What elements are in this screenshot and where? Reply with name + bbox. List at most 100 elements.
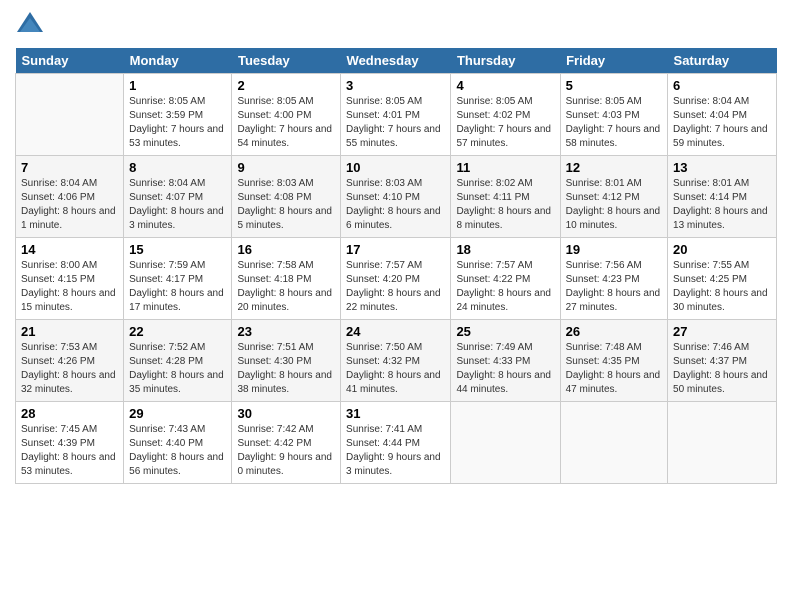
day-info: Sunrise: 7:52 AMSunset: 4:28 PMDaylight:… xyxy=(129,341,226,397)
day-number: 11 xyxy=(456,160,554,175)
day-cell: 3 Sunrise: 8:05 AMSunset: 4:01 PMDaylight… xyxy=(341,74,451,156)
day-info: Sunrise: 8:05 AMSunset: 4:02 PMDaylight:… xyxy=(456,95,554,151)
day-cell: 27 Sunrise: 7:46 AMSunset: 4:37 PMDayligh… xyxy=(668,320,777,402)
day-number: 30 xyxy=(237,406,335,421)
day-info: Sunrise: 8:02 AMSunset: 4:11 PMDaylight:… xyxy=(456,177,554,233)
day-number: 19 xyxy=(566,242,662,257)
day-cell: 11 Sunrise: 8:02 AMSunset: 4:11 PMDayligh… xyxy=(451,156,560,238)
day-cell: 6 Sunrise: 8:04 AMSunset: 4:04 PMDaylight… xyxy=(668,74,777,156)
calendar-header: SundayMondayTuesdayWednesdayThursdayFrid… xyxy=(16,48,777,74)
day-cell: 23 Sunrise: 7:51 AMSunset: 4:30 PMDayligh… xyxy=(232,320,341,402)
calendar-body: 1 Sunrise: 8:05 AMSunset: 3:59 PMDaylight… xyxy=(16,74,777,484)
header-cell-tuesday: Tuesday xyxy=(232,48,341,74)
logo xyxy=(15,10,49,40)
header-cell-friday: Friday xyxy=(560,48,667,74)
day-number: 2 xyxy=(237,78,335,93)
day-cell: 4Sunrise: 8:05 AMSunset: 4:02 PMDaylight… xyxy=(451,74,560,156)
day-info: Sunrise: 8:00 AMSunset: 4:15 PMDaylight:… xyxy=(21,259,118,315)
day-cell: 24Sunrise: 7:50 AMSunset: 4:32 PMDayligh… xyxy=(341,320,451,402)
day-cell: 20Sunrise: 7:55 AMSunset: 4:25 PMDayligh… xyxy=(668,238,777,320)
day-number: 15 xyxy=(129,242,226,257)
day-cell: 1 Sunrise: 8:05 AMSunset: 3:59 PMDaylight… xyxy=(124,74,232,156)
day-info: Sunrise: 7:59 AMSunset: 4:17 PMDaylight:… xyxy=(129,259,226,315)
day-cell: 10 Sunrise: 8:03 AMSunset: 4:10 PMDayligh… xyxy=(341,156,451,238)
day-cell: 31 Sunrise: 7:41 AMSunset: 4:44 PMDayligh… xyxy=(341,402,451,484)
day-cell: 14 Sunrise: 8:00 AMSunset: 4:15 PMDayligh… xyxy=(16,238,124,320)
day-number: 16 xyxy=(237,242,335,257)
day-cell xyxy=(16,74,124,156)
day-number: 21 xyxy=(21,324,118,339)
day-cell xyxy=(560,402,667,484)
day-number: 26 xyxy=(566,324,662,339)
day-number: 14 xyxy=(21,242,118,257)
day-number: 25 xyxy=(456,324,554,339)
day-number: 5 xyxy=(566,78,662,93)
day-cell: 5 Sunrise: 8:05 AMSunset: 4:03 PMDaylight… xyxy=(560,74,667,156)
day-number: 22 xyxy=(129,324,226,339)
day-number: 17 xyxy=(346,242,445,257)
day-info: Sunrise: 8:05 AMSunset: 4:03 PMDaylight:… xyxy=(566,95,662,151)
day-number: 18 xyxy=(456,242,554,257)
header-cell-sunday: Sunday xyxy=(16,48,124,74)
day-info: Sunrise: 8:03 AMSunset: 4:10 PMDaylight:… xyxy=(346,177,445,233)
day-info: Sunrise: 7:41 AMSunset: 4:44 PMDaylight:… xyxy=(346,423,445,479)
day-cell: 25Sunrise: 7:49 AMSunset: 4:33 PMDayligh… xyxy=(451,320,560,402)
day-info: Sunrise: 8:04 AMSunset: 4:04 PMDaylight:… xyxy=(673,95,771,151)
day-number: 31 xyxy=(346,406,445,421)
day-number: 8 xyxy=(129,160,226,175)
week-row-3: 21Sunrise: 7:53 AMSunset: 4:26 PMDayligh… xyxy=(16,320,777,402)
week-row-2: 14 Sunrise: 8:00 AMSunset: 4:15 PMDayligh… xyxy=(16,238,777,320)
day-info: Sunrise: 7:42 AMSunset: 4:42 PMDaylight:… xyxy=(237,423,335,479)
day-number: 7 xyxy=(21,160,118,175)
week-row-4: 28Sunrise: 7:45 AMSunset: 4:39 PMDayligh… xyxy=(16,402,777,484)
day-cell: 15 Sunrise: 7:59 AMSunset: 4:17 PMDayligh… xyxy=(124,238,232,320)
day-info: Sunrise: 7:43 AMSunset: 4:40 PMDaylight:… xyxy=(129,423,226,479)
day-cell: 12 Sunrise: 8:01 AMSunset: 4:12 PMDayligh… xyxy=(560,156,667,238)
day-info: Sunrise: 7:56 AMSunset: 4:23 PMDaylight:… xyxy=(566,259,662,315)
day-info: Sunrise: 8:03 AMSunset: 4:08 PMDaylight:… xyxy=(237,177,335,233)
header-cell-wednesday: Wednesday xyxy=(341,48,451,74)
day-cell: 22 Sunrise: 7:52 AMSunset: 4:28 PMDayligh… xyxy=(124,320,232,402)
day-cell: 16 Sunrise: 7:58 AMSunset: 4:18 PMDayligh… xyxy=(232,238,341,320)
day-number: 20 xyxy=(673,242,771,257)
week-row-0: 1 Sunrise: 8:05 AMSunset: 3:59 PMDaylight… xyxy=(16,74,777,156)
day-cell: 7 Sunrise: 8:04 AMSunset: 4:06 PMDaylight… xyxy=(16,156,124,238)
day-number: 1 xyxy=(129,78,226,93)
day-info: Sunrise: 8:05 AMSunset: 4:01 PMDaylight:… xyxy=(346,95,445,151)
day-cell: 30 Sunrise: 7:42 AMSunset: 4:42 PMDayligh… xyxy=(232,402,341,484)
day-info: Sunrise: 7:57 AMSunset: 4:22 PMDaylight:… xyxy=(456,259,554,315)
day-info: Sunrise: 8:05 AMSunset: 3:59 PMDaylight:… xyxy=(129,95,226,151)
day-number: 12 xyxy=(566,160,662,175)
header-row: SundayMondayTuesdayWednesdayThursdayFrid… xyxy=(16,48,777,74)
day-info: Sunrise: 8:05 AMSunset: 4:00 PMDaylight:… xyxy=(237,95,335,151)
header-cell-thursday: Thursday xyxy=(451,48,560,74)
day-info: Sunrise: 7:58 AMSunset: 4:18 PMDaylight:… xyxy=(237,259,335,315)
day-number: 9 xyxy=(237,160,335,175)
day-number: 24 xyxy=(346,324,445,339)
logo-icon xyxy=(15,10,45,40)
day-cell: 28Sunrise: 7:45 AMSunset: 4:39 PMDayligh… xyxy=(16,402,124,484)
day-info: Sunrise: 7:51 AMSunset: 4:30 PMDaylight:… xyxy=(237,341,335,397)
day-number: 13 xyxy=(673,160,771,175)
day-cell: 9 Sunrise: 8:03 AMSunset: 4:08 PMDaylight… xyxy=(232,156,341,238)
day-cell xyxy=(668,402,777,484)
day-number: 3 xyxy=(346,78,445,93)
day-cell: 29Sunrise: 7:43 AMSunset: 4:40 PMDayligh… xyxy=(124,402,232,484)
day-cell: 13Sunrise: 8:01 AMSunset: 4:14 PMDayligh… xyxy=(668,156,777,238)
day-cell: 8 Sunrise: 8:04 AMSunset: 4:07 PMDaylight… xyxy=(124,156,232,238)
day-number: 10 xyxy=(346,160,445,175)
day-cell: 26Sunrise: 7:48 AMSunset: 4:35 PMDayligh… xyxy=(560,320,667,402)
day-number: 6 xyxy=(673,78,771,93)
day-cell: 19 Sunrise: 7:56 AMSunset: 4:23 PMDayligh… xyxy=(560,238,667,320)
header-cell-monday: Monday xyxy=(124,48,232,74)
day-cell: 18 Sunrise: 7:57 AMSunset: 4:22 PMDayligh… xyxy=(451,238,560,320)
day-info: Sunrise: 8:04 AMSunset: 4:07 PMDaylight:… xyxy=(129,177,226,233)
day-number: 27 xyxy=(673,324,771,339)
day-info: Sunrise: 7:46 AMSunset: 4:37 PMDaylight:… xyxy=(673,341,771,397)
header-cell-saturday: Saturday xyxy=(668,48,777,74)
day-info: Sunrise: 8:01 AMSunset: 4:12 PMDaylight:… xyxy=(566,177,662,233)
day-info: Sunrise: 8:04 AMSunset: 4:06 PMDaylight:… xyxy=(21,177,118,233)
day-number: 28 xyxy=(21,406,118,421)
day-number: 23 xyxy=(237,324,335,339)
day-cell xyxy=(451,402,560,484)
